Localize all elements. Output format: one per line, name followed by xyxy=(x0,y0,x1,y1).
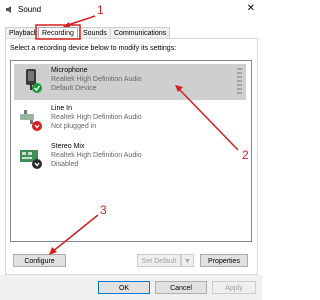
device-driver: Realtek High Definition Audio xyxy=(51,114,142,121)
microphone-icon xyxy=(26,69,42,93)
speaker-icon xyxy=(6,6,11,13)
configure-button[interactable]: Configure xyxy=(13,254,66,267)
line-in-icon xyxy=(20,110,42,131)
device-driver: Realtek High Definition Audio xyxy=(51,76,142,83)
set-default-dropdown[interactable]: ▼ xyxy=(181,254,194,267)
device-status: Disabled xyxy=(51,161,79,168)
device-status: Not plugged in xyxy=(51,123,97,130)
properties-button[interactable]: Properties xyxy=(200,254,248,267)
stereo-mix-icon xyxy=(20,150,42,169)
level-meter xyxy=(237,68,242,94)
annotation-number-2: 2 xyxy=(242,148,249,162)
cancel-button[interactable]: Cancel xyxy=(155,281,207,294)
apply-button[interactable]: Apply xyxy=(212,281,256,294)
check-badge xyxy=(32,83,42,93)
device-row-stereo-mix[interactable]: Stereo Mix Realtek High Definition Audio… xyxy=(14,140,246,176)
window-title: Sound xyxy=(18,5,42,14)
device-name: Line In xyxy=(51,105,73,112)
device-row-line-in[interactable]: Line In Realtek High Definition Audio No… xyxy=(14,102,246,138)
set-default-button[interactable]: Set Default xyxy=(137,254,181,267)
device-row-microphone[interactable]: Microphone Realtek High Definition Audio… xyxy=(14,64,246,100)
title-bar: Sound ✕ xyxy=(0,0,262,20)
device-status: Default Device xyxy=(51,85,97,92)
unplugged-badge xyxy=(32,121,42,131)
close-icon[interactable]: ✕ xyxy=(247,3,255,14)
ok-button[interactable]: OK xyxy=(98,281,150,294)
instruction-text: Select a recording device below to modif… xyxy=(10,45,177,52)
device-name: Microphone xyxy=(51,67,88,74)
device-list: Microphone Realtek High Definition Audio… xyxy=(10,60,252,242)
device-name: Stereo Mix xyxy=(51,143,85,150)
disabled-badge xyxy=(32,159,42,169)
annotation-number-3: 3 xyxy=(100,203,107,217)
annotation-number-1: 1 xyxy=(97,3,104,17)
device-driver: Realtek High Definition Audio xyxy=(51,152,142,159)
